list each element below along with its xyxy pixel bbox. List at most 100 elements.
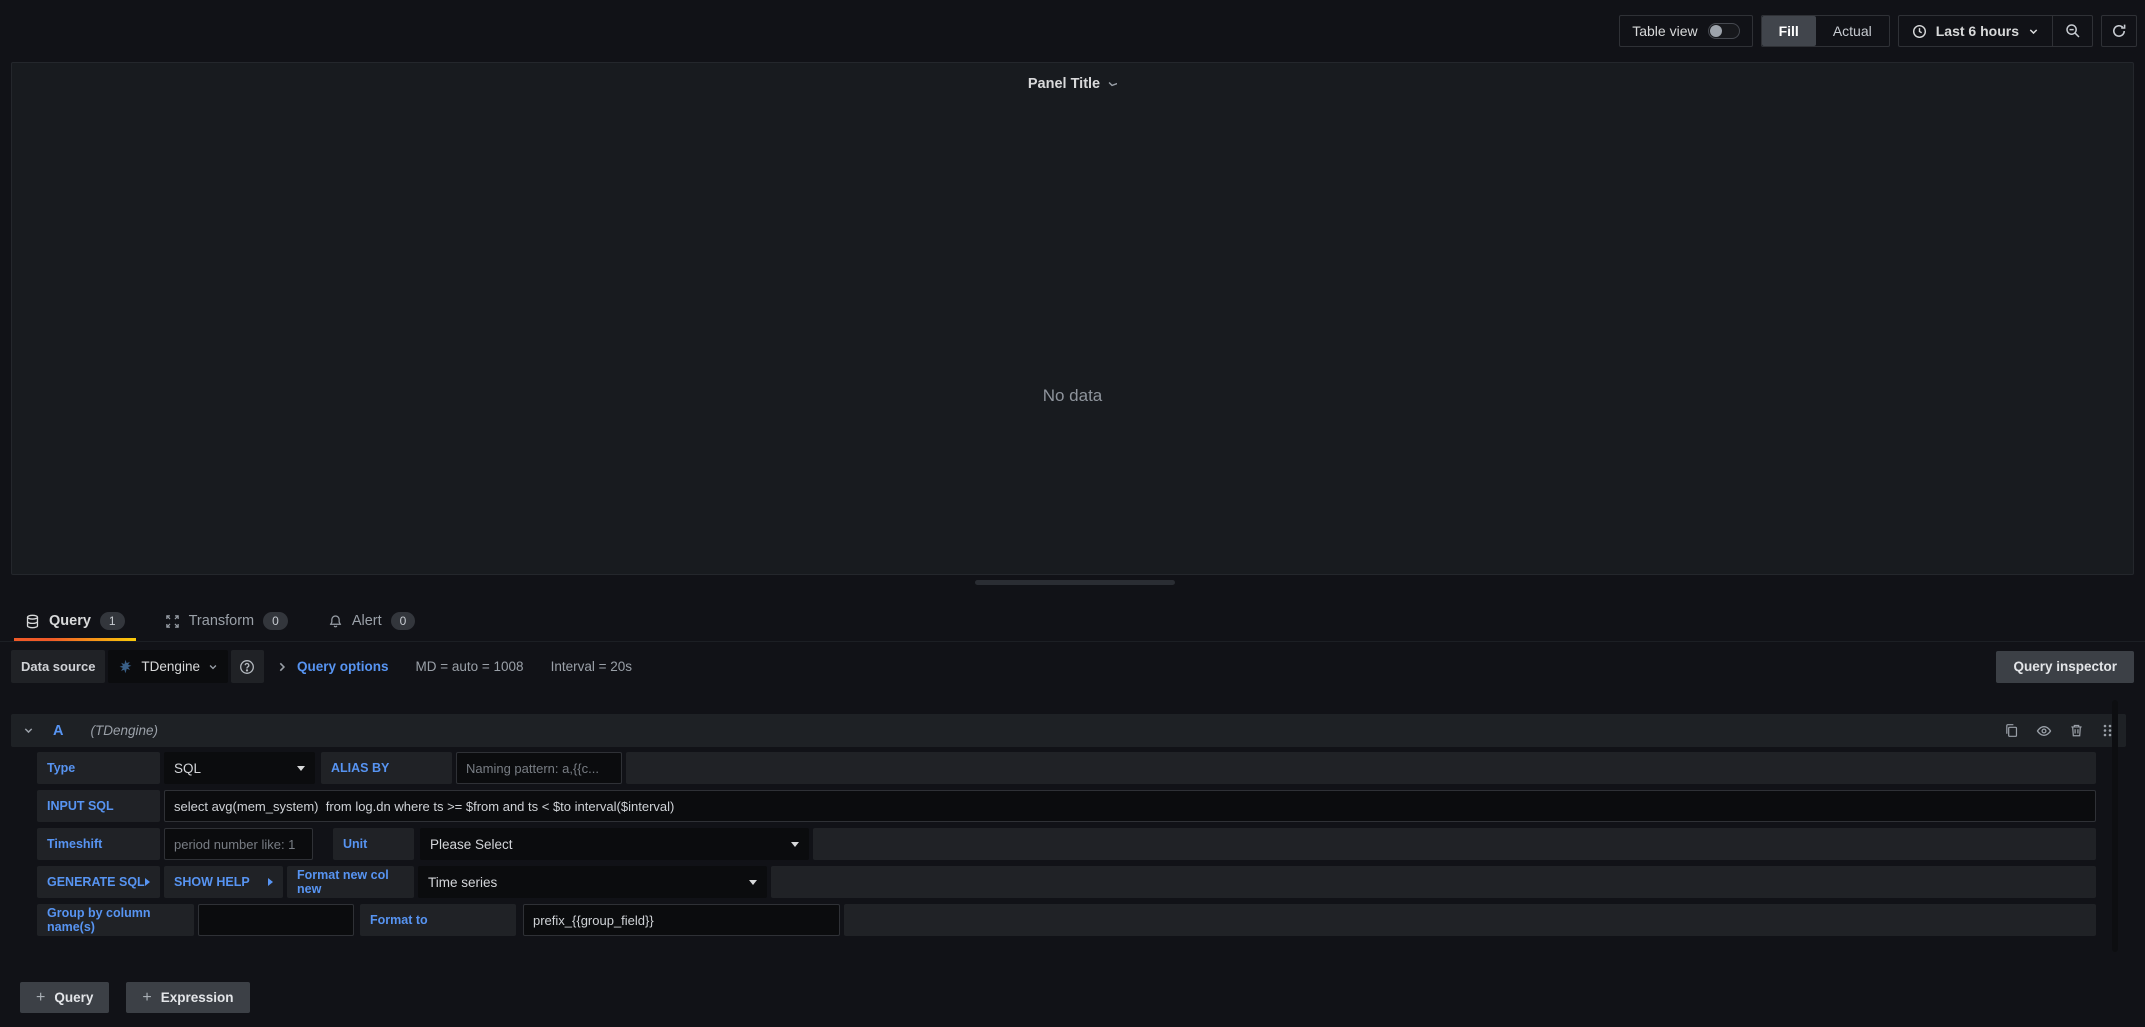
caret-right-icon: [145, 878, 150, 886]
generate-sql-button[interactable]: GENERATE SQL: [37, 866, 160, 898]
query-row-actions: [2004, 723, 2114, 739]
query-ref-id: A: [53, 723, 63, 739]
panel-header-menu[interactable]: Panel Title: [12, 71, 2133, 97]
time-zoom-out-button[interactable]: [2052, 16, 2092, 46]
tab-alert-label: Alert: [352, 613, 382, 629]
duplicate-query-icon[interactable]: [2004, 723, 2019, 738]
format-select-value: Time series: [428, 875, 497, 890]
datasource-help-button[interactable]: [231, 650, 264, 683]
query-row-header[interactable]: A (TDengine): [11, 714, 2126, 747]
query-inspector-button[interactable]: Query inspector: [1996, 651, 2134, 683]
editor-tabs: Query 1 Transform 0 Alert 0: [0, 601, 2145, 642]
show-help-label: SHOW HELP: [174, 875, 250, 889]
caret-right-icon: [268, 878, 273, 886]
group-by-label: Group by column name(s): [37, 904, 194, 936]
plus-icon: +: [142, 989, 151, 1007]
question-circle-icon: [239, 659, 255, 675]
form-row-timeshift: Timeshift Unit Please Select: [37, 828, 2096, 860]
format-to-label: Format to: [360, 904, 516, 936]
tab-query[interactable]: Query 1: [14, 601, 136, 641]
table-view-label: Table view: [1632, 23, 1697, 39]
fill-button[interactable]: Fill: [1762, 16, 1816, 46]
type-select-value: SQL: [174, 761, 201, 776]
datasource-label: Data source: [11, 650, 105, 683]
table-view-switch[interactable]: [1708, 23, 1740, 39]
unit-select-value: Please Select: [430, 837, 513, 852]
clock-icon: [1912, 24, 1927, 39]
format-select[interactable]: Time series: [418, 866, 767, 898]
chevron-down-icon: [208, 662, 218, 672]
time-controls: Last 6 hours: [1898, 15, 2093, 47]
tab-transform-label: Transform: [189, 613, 255, 629]
input-sql-field[interactable]: [164, 790, 2096, 822]
format-to-input[interactable]: [523, 904, 840, 936]
bell-icon: [328, 614, 343, 629]
actual-button[interactable]: Actual: [1816, 16, 1889, 46]
form-row-group-by: Group by column name(s) Format to: [37, 904, 2096, 936]
query-editor-form: Type SQL ALIAS BY INPUT SQL Timeshift Un…: [37, 752, 2096, 936]
pane-resize-handle[interactable]: [975, 580, 1175, 585]
row-filler: [771, 866, 2096, 898]
query-datasource-hint: (TDengine): [90, 723, 158, 738]
tab-alert[interactable]: Alert 0: [317, 601, 427, 641]
angle-right-icon: [276, 661, 288, 673]
query-options-toggle[interactable]: Query options: [297, 659, 389, 674]
caret-down-icon: [297, 766, 305, 771]
refresh-icon: [2111, 23, 2127, 39]
row-filler: [844, 904, 2096, 936]
caret-down-icon: [749, 880, 757, 885]
add-expression-button[interactable]: + Expression: [126, 982, 249, 1013]
row-filler: [626, 752, 2096, 784]
zoom-out-icon: [2065, 23, 2081, 39]
query-section-scrollbar[interactable]: [2112, 700, 2118, 952]
plus-icon: +: [36, 989, 45, 1007]
format-new-col-label: Format new col new: [287, 866, 414, 898]
datasource-picker[interactable]: TDengine: [108, 650, 228, 683]
chevron-down-icon: [2028, 26, 2039, 37]
form-row-input-sql: INPUT SQL: [37, 790, 2096, 822]
form-row-generate: GENERATE SQL SHOW HELP Format new col ne…: [37, 866, 2096, 898]
add-query-button[interactable]: + Query: [20, 982, 109, 1013]
refresh-group: [2101, 15, 2137, 47]
unit-select[interactable]: Please Select: [420, 828, 809, 860]
tab-transform-count-badge: 0: [263, 612, 288, 630]
datasource-name: TDengine: [141, 659, 200, 674]
editor-toolbar: Table view Fill Actual Last 6 hours: [1619, 15, 2137, 47]
tab-alert-count-badge: 0: [391, 612, 416, 630]
tab-query-label: Query: [49, 613, 91, 629]
type-select[interactable]: SQL: [164, 752, 315, 784]
input-sql-label: INPUT SQL: [37, 790, 160, 822]
timeshift-input[interactable]: [164, 828, 313, 860]
time-range-label: Last 6 hours: [1936, 23, 2019, 39]
datasource-bar: Data source TDengine Query options MD = …: [11, 650, 2134, 683]
refresh-button[interactable]: [2102, 16, 2136, 46]
delete-query-trash-icon[interactable]: [2069, 723, 2084, 738]
transform-icon: [165, 614, 180, 629]
type-label: Type: [37, 752, 160, 784]
database-icon: [25, 614, 40, 629]
grafana-panel-editor: Table view Fill Actual Last 6 hours: [0, 0, 2145, 1027]
add-expression-label: Expression: [161, 990, 234, 1005]
panel-title: Panel Title: [1028, 76, 1100, 92]
timeshift-label: Timeshift: [37, 828, 160, 860]
tab-transform[interactable]: Transform 0: [154, 601, 299, 641]
group-by-input[interactable]: [198, 904, 354, 936]
table-view-toggle-group[interactable]: Table view: [1619, 15, 1752, 47]
chevron-down-icon[interactable]: [23, 725, 34, 736]
hide-query-eye-icon[interactable]: [2036, 723, 2052, 739]
chevron-down-icon: [1107, 79, 1117, 89]
alias-by-input[interactable]: [456, 752, 622, 784]
max-data-points-info: MD = auto = 1008: [415, 659, 523, 674]
show-help-button[interactable]: SHOW HELP: [164, 866, 283, 898]
no-data-message: No data: [12, 386, 2133, 406]
interval-info: Interval = 20s: [551, 659, 632, 674]
editor-footer: + Query + Expression: [20, 982, 250, 1013]
caret-down-icon: [791, 842, 799, 847]
add-query-label: Query: [54, 990, 93, 1005]
form-row-type: Type SQL ALIAS BY: [37, 752, 2096, 784]
time-range-picker[interactable]: Last 6 hours: [1899, 16, 2052, 46]
unit-label: Unit: [333, 828, 414, 860]
toggle-knob: [1710, 25, 1722, 37]
tdengine-logo-icon: [118, 659, 133, 674]
tab-query-count-badge: 1: [100, 612, 125, 630]
